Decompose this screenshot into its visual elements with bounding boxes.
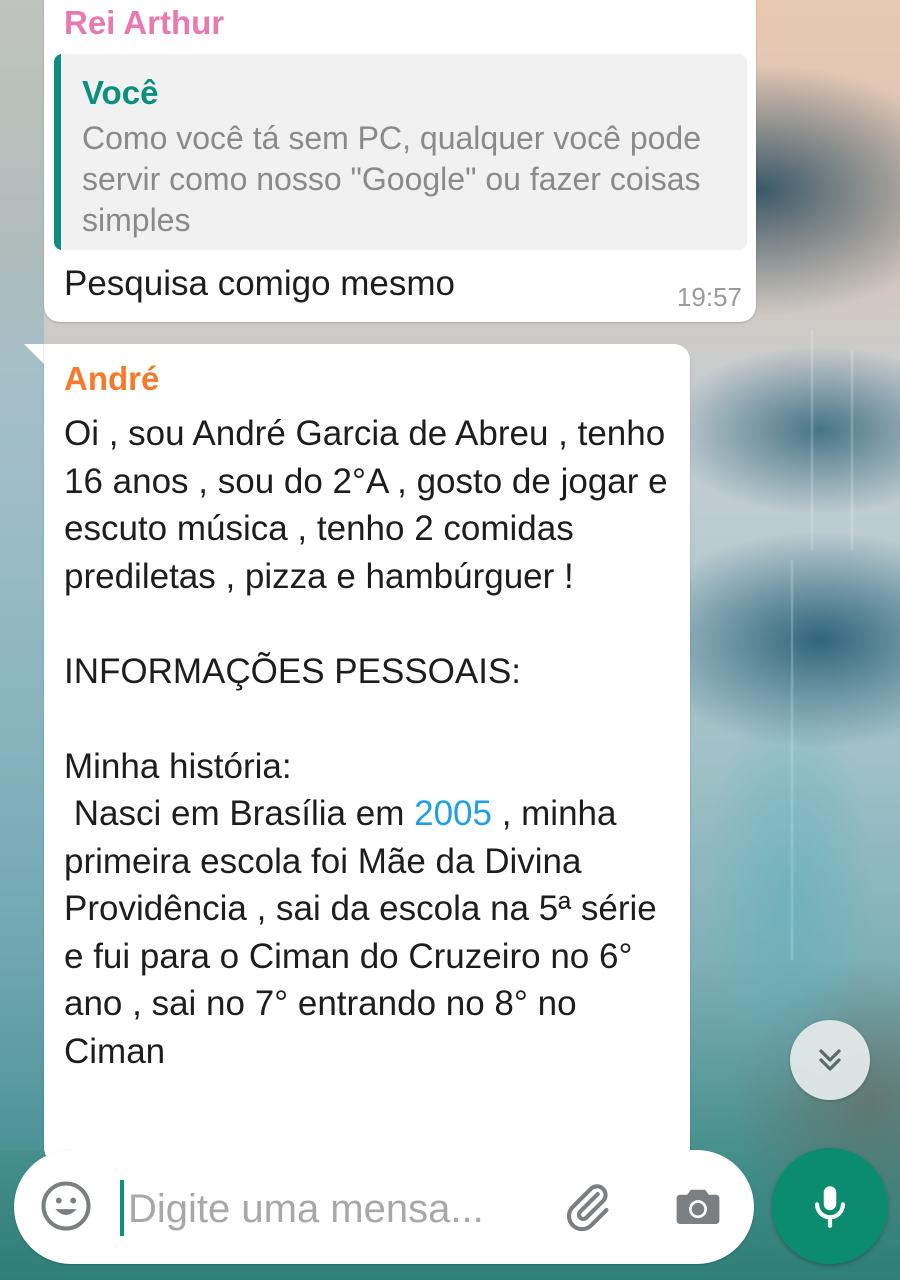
quoted-author: Você (82, 74, 159, 111)
quote-accent-bar (54, 54, 61, 250)
quoted-message[interactable]: Você Como você tá sem PC, qualquer você … (54, 54, 747, 250)
sender-name: Rei Arthur (64, 4, 225, 41)
text-cursor (120, 1180, 124, 1236)
message-timestamp: 19:57 (676, 282, 742, 312)
message-paragraph-history-title: Minha história: (64, 746, 292, 786)
attach-button[interactable] (560, 1178, 616, 1234)
paperclip-icon (567, 1184, 609, 1232)
quoted-text: Como você tá sem PC, qualquer você pode … (82, 120, 701, 238)
message-bubble-rei-arthur[interactable]: Rei Arthur Você Como você tá sem PC, qua… (44, 0, 756, 322)
emoji-icon (41, 1181, 91, 1231)
message-input[interactable] (126, 1178, 550, 1240)
camera-button[interactable] (670, 1178, 726, 1234)
double-chevron-down-icon (819, 1049, 841, 1071)
message-paragraph-intro: Oi , sou André Garcia de Abreu , tenho 1… (64, 414, 678, 596)
message-paragraph-heading: INFORMAÇÕES PESSOAIS: (64, 651, 522, 691)
date-link[interactable]: 2005 (414, 794, 492, 833)
emoji-button[interactable] (38, 1178, 94, 1234)
bubble-tail (24, 344, 46, 366)
history-text-rest: , minha primeira escola foi Mãe da Divin… (64, 794, 667, 1071)
wallpaper-edge (0, 0, 44, 1150)
sender-name: André (64, 360, 160, 397)
scroll-to-bottom-button[interactable] (790, 1020, 870, 1100)
message-paragraph-history: Nasci em Brasília em 2005 , minha primei… (64, 790, 674, 1075)
message-bubble-andre[interactable]: André Oi , sou André Garcia de Abreu , t… (44, 344, 690, 1164)
camera-icon (676, 1189, 720, 1224)
message-composer (14, 1150, 754, 1264)
history-text-start: Nasci em Brasília em (64, 794, 415, 833)
chat-screen: Rei Arthur Você Como você tá sem PC, qua… (0, 0, 900, 1280)
message-text: Pesquisa comigo mesmo (64, 264, 455, 303)
message-text: Oi , sou André Garcia de Abreu , tenho 1… (64, 410, 674, 1075)
voice-message-button[interactable] (772, 1148, 888, 1264)
mic-icon (815, 1186, 845, 1228)
